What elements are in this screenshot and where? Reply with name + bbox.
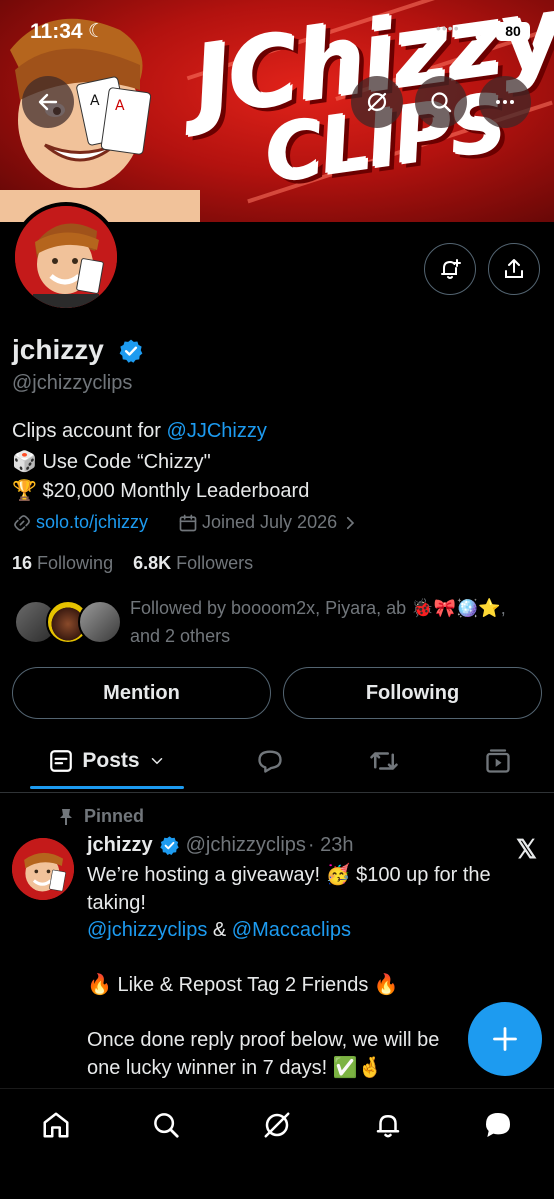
status-bar: 11:34 ☾ •••• 80 <box>0 18 554 48</box>
repost-icon <box>370 752 398 770</box>
share-button[interactable] <box>488 243 540 295</box>
profile-avatar[interactable] <box>11 202 121 312</box>
nav-grok[interactable] <box>257 1105 297 1145</box>
profile-tabs: Posts <box>0 736 554 790</box>
compose-post-button[interactable] <box>468 1002 542 1076</box>
bottom-navigation <box>0 1088 554 1199</box>
media-icon <box>486 749 510 773</box>
website-link[interactable]: solo.to/jchizzy <box>12 512 148 533</box>
pin-icon <box>60 808 72 825</box>
bio-line-1: Clips account for @JJChizzy <box>12 420 267 442</box>
wifi-icon <box>466 22 490 40</box>
followed-by-text[interactable]: Followed by boooom2x, Piyara, ab 🐞🎀🪩⭐, a… <box>130 594 550 650</box>
reply-bubble-icon <box>258 750 282 773</box>
grok-icon <box>264 1112 290 1138</box>
following-button[interactable]: Following <box>283 667 542 719</box>
followed-by-avatars[interactable] <box>14 600 124 648</box>
avatar-art <box>15 206 117 308</box>
tabs-divider <box>0 792 554 793</box>
grok-button[interactable] <box>351 76 403 128</box>
moon-icon: ☾ <box>88 21 106 42</box>
grok-icon <box>367 92 387 112</box>
display-name: jchizzy <box>12 334 104 365</box>
signal-icon: •••• <box>436 20 460 36</box>
calendar-icon <box>179 514 197 531</box>
tab-replies[interactable] <box>248 736 292 786</box>
bell-plus-icon <box>441 259 461 279</box>
back-button[interactable] <box>22 76 74 128</box>
mention-button[interactable]: Mention <box>12 667 271 719</box>
profile-handle: @jchizzyclips <box>12 372 133 394</box>
bio-line-3: 🏆 $20,000 Monthly Leaderboard <box>12 480 310 502</box>
posts-icon <box>50 750 73 772</box>
bell-icon <box>376 1115 400 1138</box>
active-tab-indicator <box>30 786 184 789</box>
svg-text:A: A <box>90 93 100 109</box>
post-author-handle[interactable]: @jchizzyclips <box>186 834 306 857</box>
verified-badge-icon <box>119 339 143 363</box>
x-logo-icon[interactable]: 𝕏 <box>516 834 537 865</box>
nav-search[interactable] <box>146 1105 186 1145</box>
avatar-art <box>12 838 74 900</box>
post-mention-link[interactable]: @jchizzyclips <box>87 919 207 941</box>
post-timestamp[interactable]: · 23h <box>308 834 354 857</box>
search-icon <box>154 1113 179 1138</box>
following-count-link[interactable]: 16 Following <box>12 553 113 573</box>
follow-counts: 16 Following 6.8K Followers <box>12 553 253 574</box>
status-time: 11:34 <box>30 20 83 43</box>
notifications-subscribe-button[interactable] <box>424 243 476 295</box>
link-icon <box>14 514 30 531</box>
nav-home[interactable] <box>36 1105 76 1145</box>
bio-mention-link[interactable]: @JJChizzy <box>167 420 267 442</box>
more-dots-icon <box>496 100 514 104</box>
share-icon <box>505 259 523 278</box>
chat-bubble-icon <box>486 1113 510 1137</box>
verified-badge-icon <box>159 836 179 855</box>
post-header: jchizzy @jchizzyclips · 23h <box>87 834 354 857</box>
arrow-left-icon <box>38 93 58 111</box>
post-mention-link[interactable]: @Maccaclips <box>232 919 351 941</box>
bio-line-2: 🎲 Use Code “Chizzy" <box>12 451 211 473</box>
joined-date[interactable]: Joined July 2026 <box>178 512 359 533</box>
home-icon <box>43 1112 69 1138</box>
nav-notifications[interactable] <box>368 1105 408 1145</box>
plus-icon <box>493 1027 517 1051</box>
chevron-down-icon <box>151 758 162 765</box>
tab-media[interactable] <box>476 736 520 786</box>
tab-posts[interactable]: Posts <box>30 736 184 786</box>
chevron-right-icon <box>347 516 355 529</box>
battery-indicator: 80 <box>496 22 530 41</box>
avatar <box>78 600 122 644</box>
search-icon <box>431 92 452 113</box>
svg-text:A: A <box>115 98 125 114</box>
tab-reposts[interactable] <box>362 736 406 786</box>
search-button[interactable] <box>415 76 467 128</box>
nav-messages[interactable] <box>478 1105 518 1145</box>
post-author-avatar[interactable] <box>12 838 74 900</box>
more-options-button[interactable] <box>479 76 531 128</box>
pinned-label: Pinned <box>58 806 144 827</box>
followers-count-link[interactable]: 6.8K Followers <box>133 553 253 573</box>
post-author-name[interactable]: jchizzy <box>87 834 153 857</box>
